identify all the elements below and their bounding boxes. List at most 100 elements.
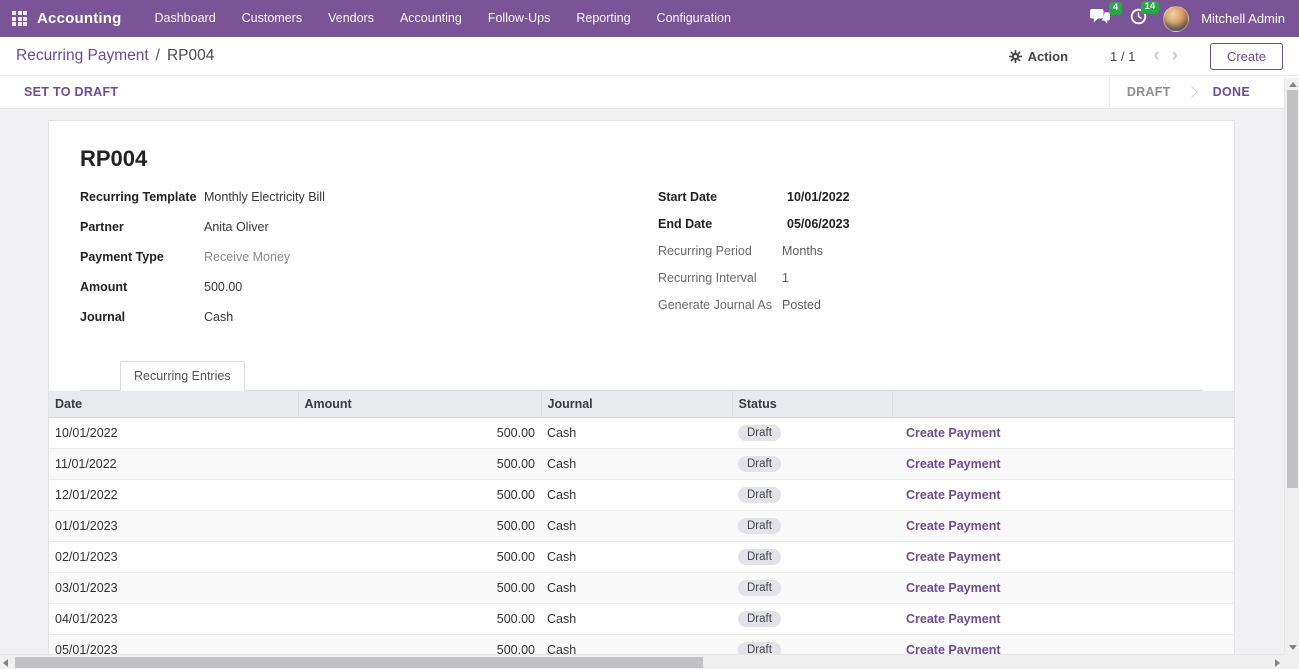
cell-action: Create Payment — [892, 449, 1234, 480]
state-draft[interactable]: DRAFT — [1110, 85, 1188, 99]
nav-item-accounting[interactable]: Accounting — [387, 0, 475, 37]
table-row[interactable]: 12/01/2022 500.00 Cash Draft Create Paym… — [49, 480, 1234, 511]
cell-journal: Cash — [541, 480, 732, 511]
create-payment-link[interactable]: Create Payment — [898, 426, 1001, 440]
scroll-left-arrow-icon[interactable] — [3, 659, 8, 667]
set-to-draft-button[interactable]: SET TO DRAFT — [24, 85, 118, 99]
field-label: Journal — [80, 310, 204, 324]
breadcrumb-current: RP004 — [167, 47, 214, 65]
odoo-screen: Accounting Dashboard Customers Vendors A… — [0, 0, 1299, 669]
field-amount: Amount 500.00 — [80, 280, 658, 294]
nav-item-configuration[interactable]: Configuration — [644, 0, 744, 37]
create-payment-link[interactable]: Create Payment — [898, 612, 1001, 626]
cell-journal: Cash — [541, 418, 732, 449]
nav-item-follow-ups[interactable]: Follow-Ups — [475, 0, 564, 37]
activities-menu[interactable]: 14 — [1126, 3, 1151, 35]
cell-action: Create Payment — [892, 480, 1234, 511]
create-payment-link[interactable]: Create Payment — [898, 488, 1001, 502]
fields-right-column: Start Date 10/01/2022 End Date 05/06/202… — [658, 190, 1203, 340]
cell-journal: Cash — [541, 511, 732, 542]
field-partner: Partner Anita Oliver — [80, 220, 658, 234]
column-header-date[interactable]: Date — [49, 391, 298, 418]
fields-left-column: Recurring Template Monthly Electricity B… — [80, 190, 658, 340]
status-badge: Draft — [738, 518, 781, 534]
action-menu-button[interactable]: Action — [1009, 49, 1068, 64]
apps-grid-icon[interactable] — [12, 11, 27, 26]
pager: 1 / 1 ‹ › — [1110, 49, 1184, 64]
user-menu[interactable]: Mitchell Admin — [1201, 11, 1285, 26]
field-value: 1 — [782, 271, 789, 285]
messages-count-badge: 4 — [1109, 2, 1122, 16]
cell-status: Draft — [732, 542, 892, 573]
field-label: Amount — [80, 280, 204, 294]
apps-home-menu[interactable]: Accounting — [12, 10, 122, 27]
chat-bubbles-icon — [1090, 9, 1110, 24]
field-label: Recurring Interval — [658, 271, 782, 285]
field-label: Recurring Period — [658, 244, 782, 258]
create-payment-link[interactable]: Create Payment — [898, 581, 1001, 595]
field-payment-type: Payment Type Receive Money — [80, 250, 658, 264]
table-header: Date Amount Journal Status — [49, 391, 1234, 418]
cell-action: Create Payment — [892, 511, 1234, 542]
nav-item-reporting[interactable]: Reporting — [563, 0, 643, 37]
cell-date: 11/01/2022 — [49, 449, 298, 480]
scroll-up-arrow-icon[interactable] — [1289, 82, 1297, 87]
create-button[interactable]: Create — [1210, 43, 1283, 70]
cell-amount: 500.00 — [298, 511, 541, 542]
messages-menu[interactable]: 4 — [1086, 4, 1114, 34]
cell-amount: 500.00 — [298, 573, 541, 604]
tab-recurring-entries[interactable]: Recurring Entries — [120, 361, 245, 391]
notebook-tabs: Recurring Entries — [80, 361, 1203, 391]
column-header-amount[interactable]: Amount — [298, 391, 541, 418]
nav-item-dashboard[interactable]: Dashboard — [142, 0, 229, 37]
horizontal-scrollbar[interactable] — [0, 654, 1284, 669]
horizontal-scrollbar-thumb[interactable] — [15, 657, 703, 668]
vertical-scrollbar-thumb[interactable] — [1287, 90, 1298, 488]
cell-date: 10/01/2022 — [49, 418, 298, 449]
scroll-down-arrow-icon[interactable] — [1289, 645, 1297, 650]
table-row[interactable]: 03/01/2023 500.00 Cash Draft Create Paym… — [49, 573, 1234, 604]
cell-date: 01/01/2023 — [49, 511, 298, 542]
scroll-right-arrow-icon[interactable] — [1275, 659, 1280, 667]
create-payment-link[interactable]: Create Payment — [898, 550, 1001, 564]
systray: 4 14 Mitchell Admin — [1086, 3, 1289, 35]
field-journal: Journal Cash — [80, 310, 658, 324]
cell-date: 02/01/2023 — [49, 542, 298, 573]
table-row[interactable]: 04/01/2023 500.00 Cash Draft Create Paym… — [49, 604, 1234, 635]
create-payment-link[interactable]: Create Payment — [898, 457, 1001, 471]
cell-amount: 500.00 — [298, 449, 541, 480]
cell-status: Draft — [732, 449, 892, 480]
table-row[interactable]: 10/01/2022 500.00 Cash Draft Create Paym… — [49, 418, 1234, 449]
field-recurring-period: Recurring Period Months — [658, 244, 1203, 258]
cell-action: Create Payment — [892, 418, 1234, 449]
state-widget: DRAFT DONE — [1109, 76, 1283, 108]
breadcrumb-separator: / — [156, 47, 160, 65]
field-label: Payment Type — [80, 250, 204, 264]
scrollbar-corner — [1284, 654, 1299, 669]
top-navbar: Accounting Dashboard Customers Vendors A… — [0, 0, 1299, 37]
column-header-status[interactable]: Status — [732, 391, 892, 418]
table-row[interactable]: 01/01/2023 500.00 Cash Draft Create Paym… — [49, 511, 1234, 542]
table-row[interactable]: 02/01/2023 500.00 Cash Draft Create Paym… — [49, 542, 1234, 573]
nav-item-vendors[interactable]: Vendors — [315, 0, 387, 37]
pager-next-icon[interactable]: › — [1166, 49, 1184, 63]
form-statusbar: SET TO DRAFT DRAFT DONE — [0, 76, 1299, 109]
cell-journal: Cash — [541, 573, 732, 604]
cell-date: 03/01/2023 — [49, 573, 298, 604]
vertical-scrollbar[interactable] — [1284, 78, 1299, 654]
table-row[interactable]: 11/01/2022 500.00 Cash Draft Create Paym… — [49, 449, 1234, 480]
nav-item-customers[interactable]: Customers — [229, 0, 315, 37]
cell-journal: Cash — [541, 604, 732, 635]
record-title: RP004 — [80, 146, 1203, 172]
action-menu-label: Action — [1028, 49, 1068, 64]
cell-journal: Cash — [541, 542, 732, 573]
create-payment-link[interactable]: Create Payment — [898, 519, 1001, 533]
column-header-journal[interactable]: Journal — [541, 391, 732, 418]
pager-previous-icon[interactable]: ‹ — [1147, 49, 1165, 63]
field-value: Months — [782, 244, 823, 258]
user-avatar[interactable] — [1163, 6, 1189, 32]
field-value: 500.00 — [204, 280, 242, 294]
breadcrumb-parent-link[interactable]: Recurring Payment — [16, 47, 149, 65]
app-name[interactable]: Accounting — [37, 10, 122, 27]
state-done[interactable]: DONE — [1196, 85, 1267, 99]
